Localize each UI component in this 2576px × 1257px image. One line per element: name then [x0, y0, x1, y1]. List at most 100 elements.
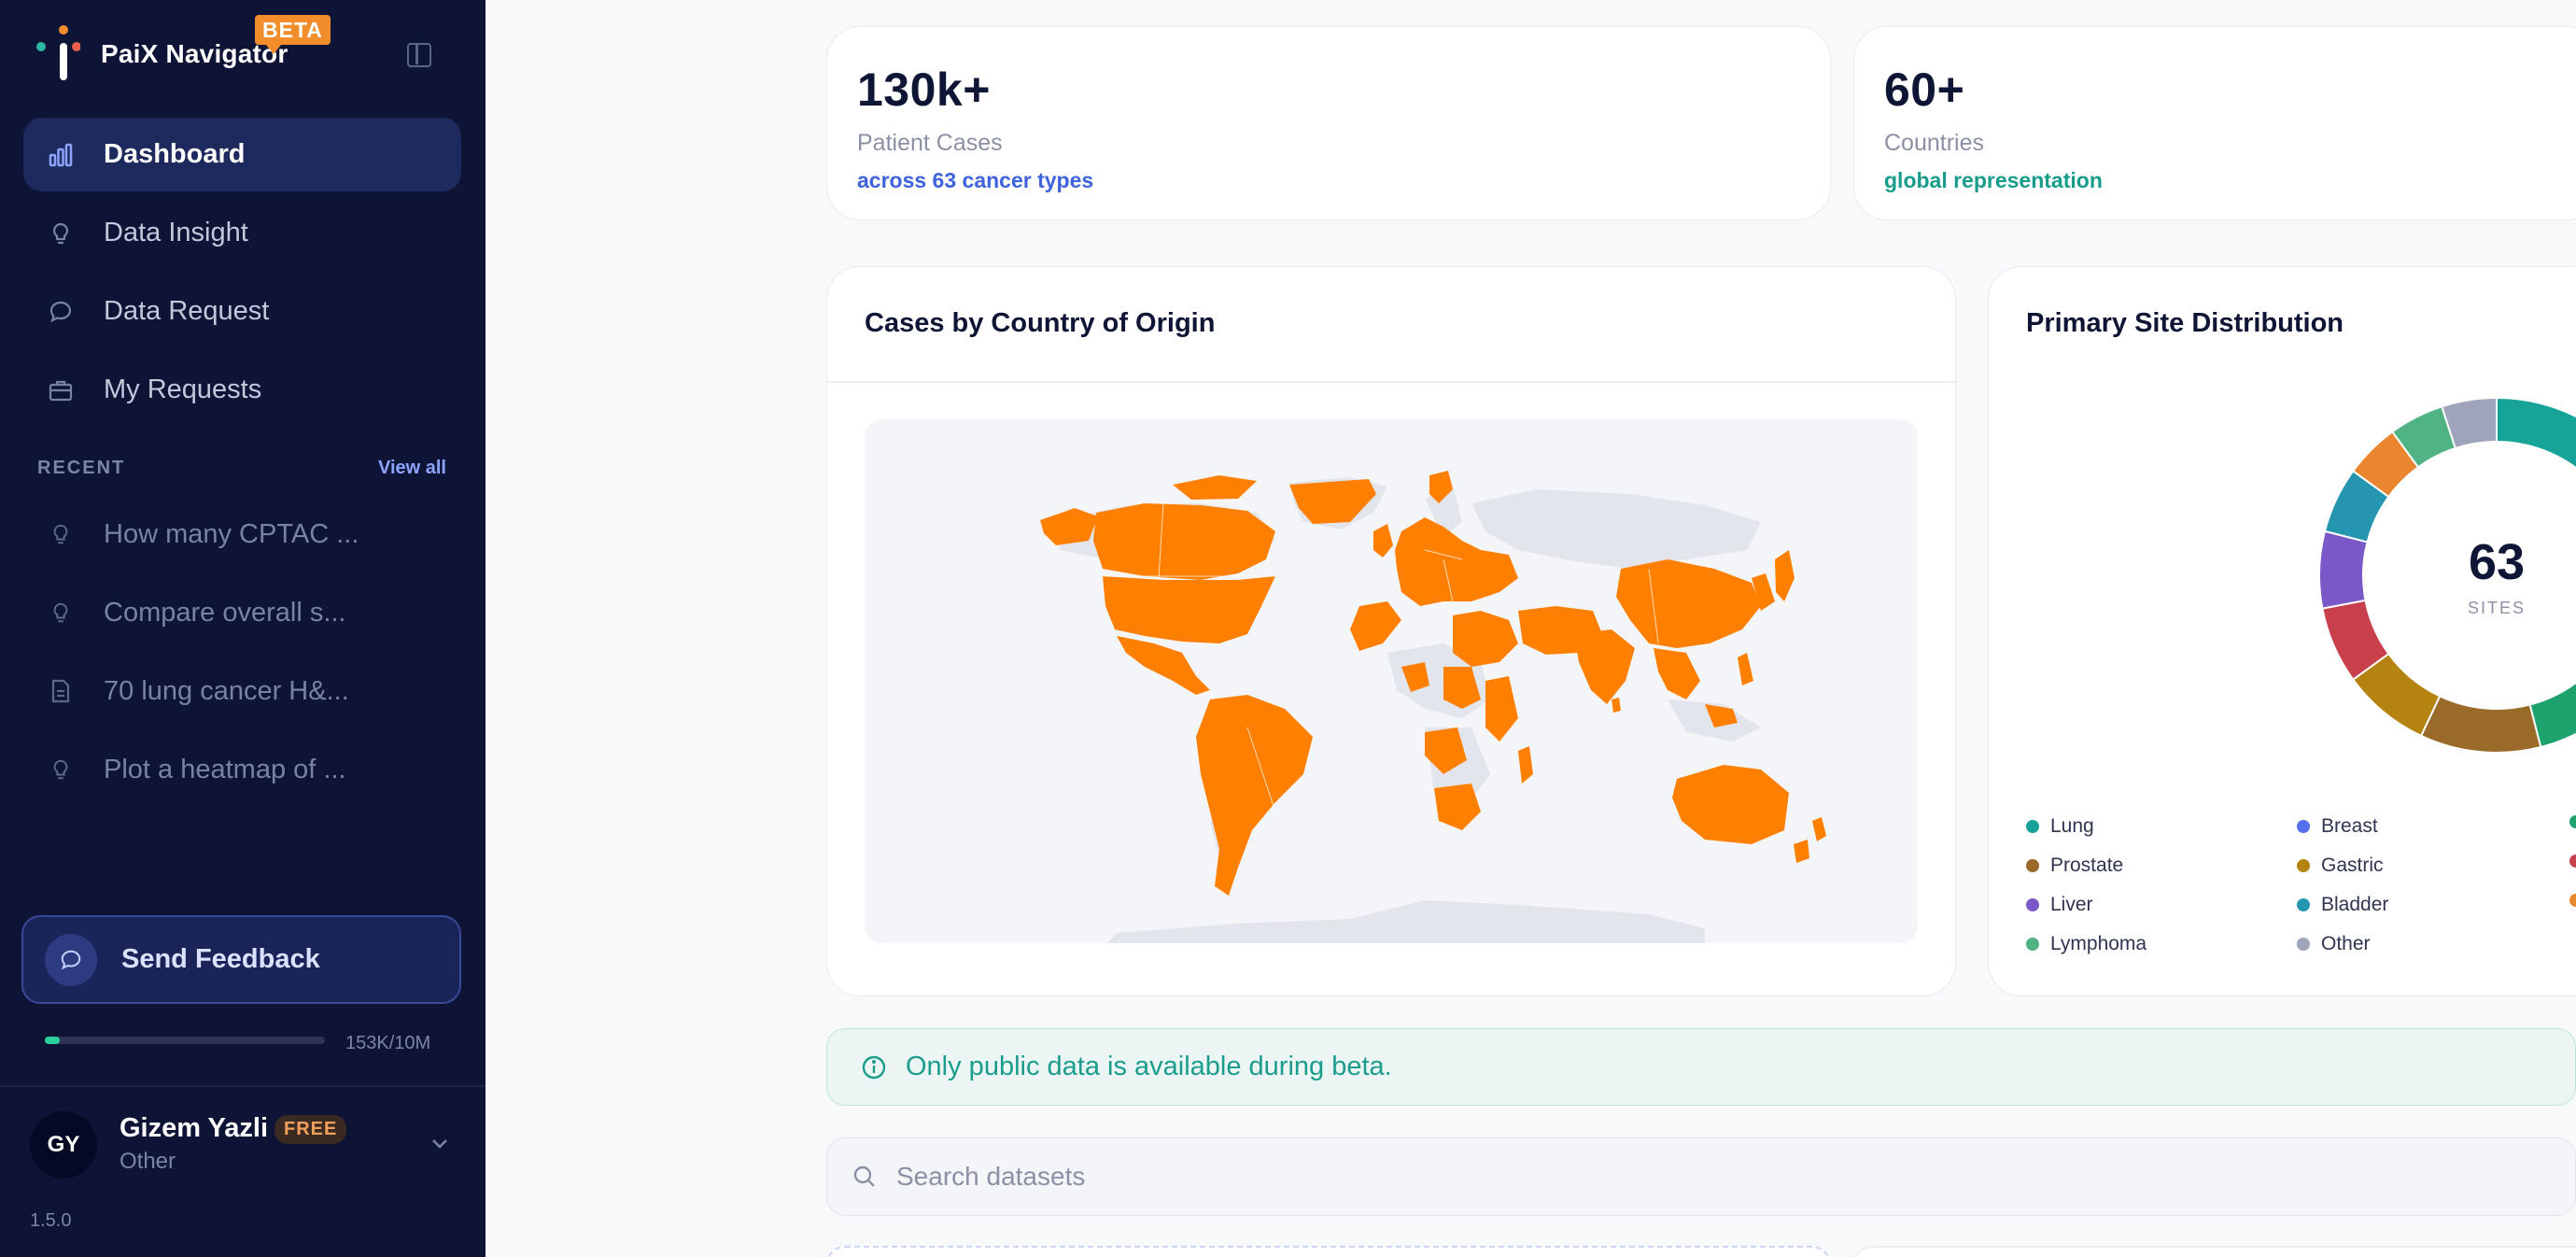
legend-label: Prostate — [2050, 854, 2124, 876]
legend-item-gastric: Gastric — [2297, 854, 2384, 877]
world-map[interactable] — [865, 419, 1918, 943]
primary-site-panel: Primary Site Distribution 63 SITES Lung … — [1988, 266, 2576, 996]
donut-center-label: SITES — [2467, 599, 2526, 617]
stat-card-patient-cases: 130k+ Patient Cases across 63 cancer typ… — [826, 26, 1831, 220]
dataset-card-partial[interactable] — [826, 1246, 1831, 1257]
legend-label: Other — [2321, 933, 2371, 954]
usage-text: 153K/10M — [345, 1033, 431, 1053]
legend-label: Breast — [2321, 815, 2378, 837]
legend-dot — [2569, 894, 2576, 907]
world-map-svg — [1040, 471, 1826, 943]
legend-dot — [2026, 820, 2039, 833]
recent-item-label: Compare overall s... — [104, 597, 346, 628]
recent-item[interactable]: 70 lung cancer H&... — [23, 658, 461, 724]
legend-dot — [2026, 898, 2039, 911]
recent-item-label: 70 lung cancer H&... — [104, 675, 349, 706]
send-feedback-label: Send Feedback — [121, 944, 320, 974]
legend-dot — [2026, 859, 2039, 872]
beta-notice-banner: Only public data is available during bet… — [826, 1028, 2576, 1106]
donut-center-value: 63 — [2468, 534, 2526, 590]
stat-label: Patient Cases — [857, 130, 1003, 156]
stat-value: 60+ — [1884, 64, 1965, 116]
stat-subtext: global representation — [1884, 168, 2103, 192]
beta-badge: BETA — [255, 15, 331, 54]
stat-value: 130k+ — [857, 64, 991, 116]
legend-label: Bladder — [2321, 894, 2389, 915]
donut-slice-prostate[interactable] — [2419, 695, 2542, 754]
recent-item[interactable]: How many CPTAC ... — [23, 501, 461, 567]
recent-item[interactable]: Plot a heatmap of ... — [23, 737, 461, 802]
chevron-down-icon[interactable] — [428, 1132, 452, 1156]
nav-label: Data Insight — [104, 218, 248, 247]
legend-dot — [2297, 898, 2310, 911]
lightbulb-icon — [46, 519, 76, 549]
search-input[interactable] — [896, 1162, 2297, 1192]
stat-card-countries: 60+ Countries global representation — [1853, 26, 2576, 220]
panel-title: Cases by Country of Origin — [865, 308, 1216, 338]
legend-dot — [2297, 820, 2310, 833]
nav-label: Data Request — [104, 296, 270, 326]
plan-badge: FREE — [274, 1115, 347, 1144]
user-name: Gizem Yazli — [120, 1113, 269, 1143]
document-icon — [46, 676, 76, 706]
briefcase-icon — [46, 375, 76, 405]
sidebar-divider — [0, 1085, 486, 1087]
legend-dot — [2297, 938, 2310, 951]
usage-progress-fill — [45, 1037, 61, 1044]
legend-item-liver: Liver — [2026, 894, 2093, 916]
nav-item-dashboard[interactable]: Dashboard — [23, 118, 461, 191]
search-icon — [853, 1165, 875, 1187]
recent-item[interactable]: Compare overall s... — [23, 580, 461, 645]
nav-label: Dashboard — [104, 139, 246, 169]
donut-slice-liver[interactable] — [2318, 530, 2369, 610]
legend-item-bladder: Bladder — [2297, 894, 2388, 916]
legend-dot — [2569, 854, 2576, 868]
chat-bubble-icon — [46, 297, 76, 327]
paix-logo-icon — [36, 25, 80, 80]
recent-item-label: Plot a heatmap of ... — [104, 754, 346, 784]
lightbulb-icon — [46, 755, 76, 784]
usage-progress-bar — [45, 1037, 325, 1044]
app-version: 1.5.0 — [30, 1210, 72, 1231]
primary-site-donut-chart — [2318, 396, 2576, 754]
lightbulb-icon — [46, 598, 76, 628]
donut-slice-lung[interactable] — [2496, 396, 2576, 534]
sidebar-toggle-icon[interactable] — [407, 43, 431, 67]
panel-divider — [827, 381, 1955, 383]
legend-item-lymphoma: Lymphoma — [2026, 933, 2147, 955]
avatar[interactable]: GY — [30, 1111, 97, 1179]
legend-item-lung: Lung — [2026, 815, 2094, 838]
nav-item-my-requests[interactable]: My Requests — [23, 353, 461, 427]
stat-label: Countries — [1884, 130, 1984, 156]
legend-item-prostate: Prostate — [2026, 854, 2123, 877]
chat-bubble-icon — [45, 933, 97, 986]
legend-dot — [2569, 815, 2576, 828]
legend-label: Gastric — [2321, 854, 2384, 876]
nav-item-data-request[interactable]: Data Request — [23, 275, 461, 348]
notice-text: Only public data is available during bet… — [906, 1052, 1392, 1081]
stat-subtext: across 63 cancer types — [857, 168, 1094, 192]
recent-item-label: How many CPTAC ... — [104, 518, 359, 549]
map-panel: Cases by Country of Origin — [826, 266, 1956, 996]
lightbulb-icon — [46, 219, 76, 248]
legend-label: Lung — [2050, 815, 2094, 837]
sidebar: PaiX Navigator BETA Dashboard Data Insig… — [0, 0, 486, 1257]
send-feedback-button[interactable]: Send Feedback — [21, 915, 461, 1004]
dataset-card-partial[interactable] — [1853, 1246, 2576, 1257]
legend-item-cut-off — [2569, 815, 2576, 828]
legend-dot — [2026, 938, 2039, 951]
brand[interactable]: PaiX Navigator — [35, 24, 288, 84]
legend-dot — [2297, 859, 2310, 872]
legend-item-breast: Breast — [2297, 815, 2378, 838]
user-role: Other — [120, 1149, 176, 1174]
legend-item-other: Other — [2297, 933, 2371, 955]
view-all-link[interactable]: View all — [378, 458, 446, 479]
recent-header: RECENT View all — [37, 458, 446, 479]
search-datasets-box[interactable] — [826, 1137, 2576, 1216]
legend-label: Lymphoma — [2050, 933, 2147, 954]
legend-item-cut-off — [2569, 894, 2576, 907]
nav-label: My Requests — [104, 374, 262, 404]
legend-item-cut-off — [2569, 854, 2576, 868]
recent-title: RECENT — [37, 458, 126, 478]
nav-item-data-insight[interactable]: Data Insight — [23, 196, 461, 270]
